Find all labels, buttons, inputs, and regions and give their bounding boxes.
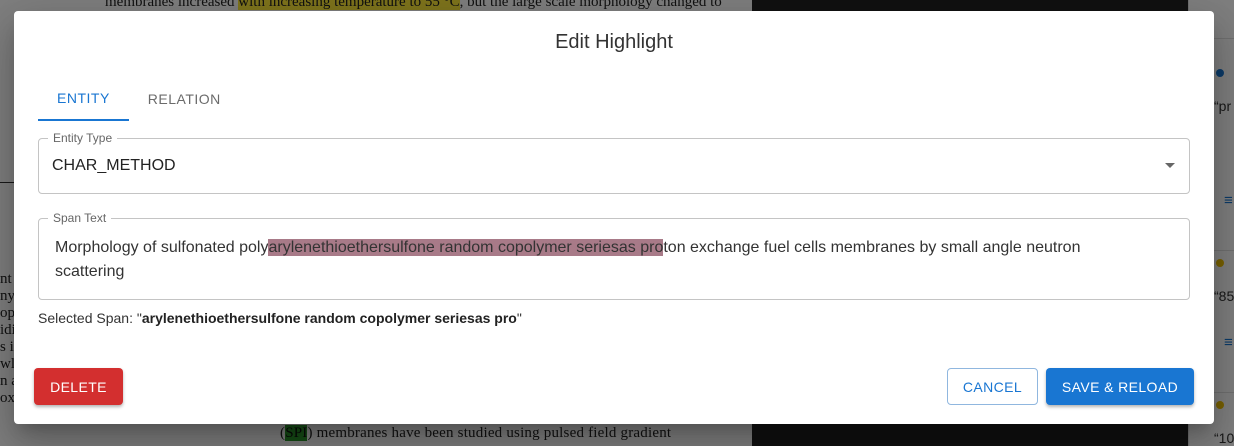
span-text-before: Morphology of sulfonated poly <box>55 239 269 256</box>
tab-entity[interactable]: ENTITY <box>38 77 129 121</box>
span-text-highlight[interactable]: arylenethioethersulfone random copolymer… <box>268 239 664 256</box>
dropdown-arrow-icon[interactable] <box>1165 163 1175 168</box>
span-text-field[interactable]: Span Text Morphology of sulfonated polya… <box>38 211 1190 300</box>
tab-relation[interactable]: RELATION <box>129 77 240 121</box>
span-text-content[interactable]: Morphology of sulfonated polyarylenethio… <box>55 236 1119 284</box>
edit-highlight-dialog: Edit Highlight ENTITY RELATION Entity Ty… <box>14 11 1214 424</box>
dialog-title: Edit Highlight <box>555 31 673 53</box>
delete-button[interactable]: DELETE <box>34 368 123 405</box>
cancel-button[interactable]: CANCEL <box>947 368 1038 405</box>
entity-type-select[interactable]: Entity Type CHAR_METHOD <box>38 131 1190 194</box>
entity-type-value: CHAR_METHOD <box>52 157 176 174</box>
tab-bar: ENTITY RELATION <box>38 77 240 121</box>
selected-span-info: Selected Span: "arylenethioethersulfone … <box>38 310 522 326</box>
span-text-label: Span Text <box>48 211 112 225</box>
selected-span-value: arylenethioethersulfone random copolymer… <box>141 310 517 326</box>
save-reload-button[interactable]: SAVE & RELOAD <box>1046 368 1194 405</box>
entity-type-label: Entity Type <box>48 131 118 145</box>
